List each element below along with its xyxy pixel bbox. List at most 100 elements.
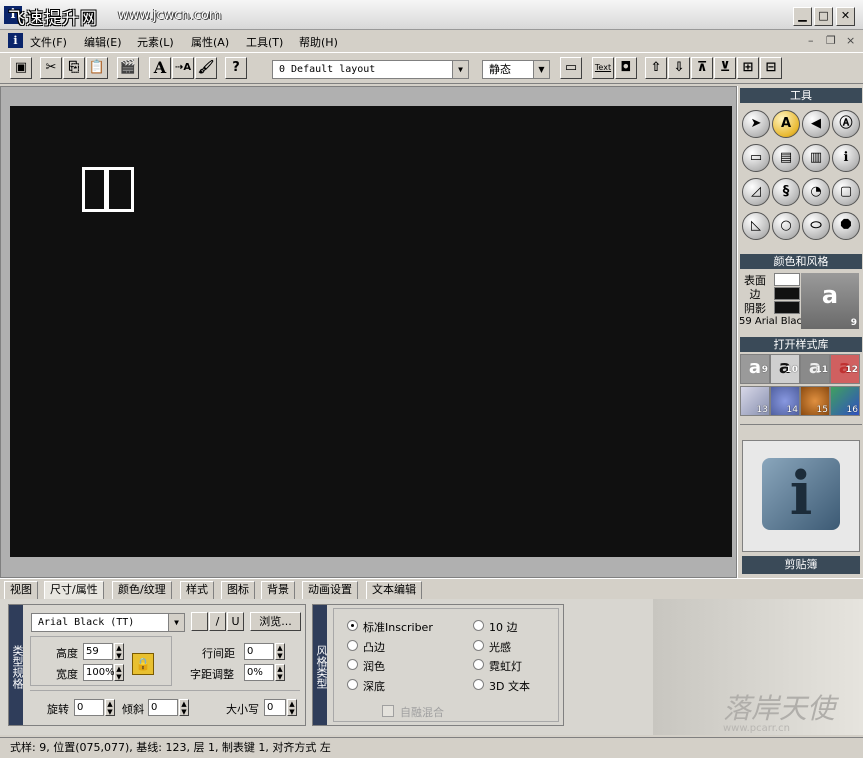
shapes-button[interactable]: ◘ — [615, 57, 637, 79]
menu-element[interactable]: 元素(L) — [137, 34, 174, 50]
shape-tool[interactable]: ◺ — [742, 212, 770, 240]
monitor-button[interactable]: ▭ — [560, 57, 582, 79]
radio-3d-text[interactable] — [473, 679, 484, 690]
tab-size-attributes[interactable]: 尺寸/属性 — [44, 581, 104, 599]
outline-text-tool[interactable]: Ⓐ — [832, 110, 860, 138]
minimize-button[interactable]: ▁ — [793, 7, 812, 26]
rect-fill-tool[interactable]: ▤ — [772, 144, 800, 172]
style-cell-14[interactable]: 14 — [770, 386, 800, 416]
chevron-down-icon[interactable]: ▼ — [533, 61, 549, 78]
doc-icon[interactable]: i — [8, 33, 23, 48]
help-button[interactable]: ? — [225, 57, 247, 79]
info-tool[interactable]: ℹ — [832, 144, 860, 172]
cut-button[interactable]: ✂ — [40, 57, 62, 79]
width-spinner[interactable]: ▲ ▼ — [114, 664, 124, 681]
style-cell-12[interactable]: a 12 — [830, 354, 860, 384]
rounded-rect-tool[interactable]: ▢ — [832, 178, 860, 206]
close-button[interactable]: ✕ — [836, 7, 855, 26]
move-down-button[interactable]: ⇩ — [668, 57, 690, 79]
paste-button[interactable]: 📋 — [86, 57, 108, 79]
mdi-close-button[interactable]: × — [846, 34, 855, 47]
spiral-tool[interactable]: § — [772, 178, 800, 206]
radio-standard[interactable] — [347, 620, 358, 631]
font-button[interactable]: A — [149, 57, 171, 79]
rotate-spinner[interactable]: ▲ ▼ — [105, 699, 115, 716]
copy-button[interactable]: ⎘ — [63, 57, 85, 79]
menu-tools[interactable]: 工具(T) — [246, 34, 283, 50]
text-tool[interactable]: A — [772, 110, 800, 138]
clipboard-preview[interactable]: i — [742, 440, 860, 552]
menu-edit[interactable]: 编辑(E) — [84, 34, 122, 50]
text-cursor-frame[interactable] — [82, 167, 134, 212]
case-spinner[interactable]: ▲ ▼ — [287, 699, 297, 716]
tab-color-texture[interactable]: 颜色/纹理 — [112, 581, 172, 599]
radio-10-edge[interactable] — [473, 620, 484, 631]
maximize-button[interactable]: □ — [814, 7, 833, 26]
save-button[interactable]: ▣ — [10, 57, 32, 79]
frame-tool[interactable]: ▭ — [742, 144, 770, 172]
style-cell-10[interactable]: a 10 — [770, 354, 800, 384]
tab-icon[interactable]: 图标 — [221, 581, 255, 599]
triangle-tool[interactable]: ◿ — [742, 178, 770, 206]
layer-bottom-button[interactable]: ⊻ — [714, 57, 736, 79]
rect-outline-tool[interactable]: ▥ — [802, 144, 830, 172]
font-combo[interactable]: Arial Black (TT) ▼ — [31, 613, 185, 632]
bold-button[interactable] — [191, 612, 208, 631]
shadow-color-swatch[interactable] — [774, 301, 800, 314]
radio-neon[interactable] — [473, 659, 484, 670]
rotate-input[interactable]: 0 — [74, 699, 104, 716]
brush-button[interactable]: 🖌 — [195, 57, 217, 79]
style-preview[interactable]: a9 — [801, 273, 859, 329]
edge-color-swatch[interactable] — [774, 287, 800, 300]
text-mode-button[interactable]: Text — [592, 57, 614, 79]
menu-file[interactable]: 文件(F) — [30, 34, 67, 50]
tab-text-edit[interactable]: 文本编辑 — [366, 581, 422, 599]
skew-spinner[interactable]: ▲ ▼ — [179, 699, 189, 716]
radio-bevel[interactable] — [347, 640, 358, 651]
menu-help[interactable]: 帮助(H) — [299, 34, 338, 50]
chevron-down-icon[interactable]: ▼ — [168, 614, 184, 631]
layer-top-button[interactable]: ⊼ — [691, 57, 713, 79]
line-spacing-spinner[interactable]: ▲ ▼ — [275, 643, 285, 660]
tab-view[interactable]: 视图 — [4, 581, 38, 599]
width-input[interactable]: 100% — [83, 664, 115, 681]
line-spacing-input[interactable]: 0 — [244, 643, 274, 660]
height-input[interactable]: 59 — [83, 643, 113, 660]
tab-style[interactable]: 样式 — [180, 581, 214, 599]
underline-button[interactable]: U — [227, 612, 244, 631]
kerning-spinner[interactable]: ▲ ▼ — [275, 664, 285, 681]
radio-deep[interactable] — [347, 679, 358, 690]
chevron-down-icon[interactable]: ▼ — [452, 61, 468, 78]
mdi-restore-button[interactable]: ❐ — [826, 34, 836, 47]
radio-light[interactable] — [473, 640, 484, 651]
tab-animation[interactable]: 动画设置 — [302, 581, 358, 599]
clapper-button[interactable]: 🎬 — [117, 57, 139, 79]
menu-attribute[interactable]: 属性(A) — [191, 34, 229, 50]
lock-aspect-button[interactable]: 🔒 — [132, 653, 154, 675]
style-cell-13[interactable]: 13 — [740, 386, 770, 416]
face-color-swatch[interactable] — [774, 273, 800, 286]
layout-combo[interactable]: 0 Default layout ▼ — [272, 60, 469, 79]
browse-button[interactable]: 浏览... — [250, 612, 301, 631]
style-cell-11[interactable]: a 11 — [800, 354, 830, 384]
mdi-minimize-button[interactable]: – — [808, 34, 814, 47]
italic-button[interactable]: / — [209, 612, 226, 631]
pie-tool[interactable]: ◔ — [802, 178, 830, 206]
skew-input[interactable]: 0 — [148, 699, 178, 716]
radio-polish[interactable] — [347, 659, 358, 670]
move-up-button[interactable]: ⇧ — [645, 57, 667, 79]
oval-tool[interactable]: ⬭ — [802, 212, 830, 240]
tab-background[interactable]: 背景 — [261, 581, 295, 599]
kerning-input[interactable]: 0% — [244, 664, 274, 681]
layer-back-button[interactable]: ⊟ — [760, 57, 782, 79]
style-cell-9[interactable]: a9 — [740, 354, 770, 384]
circle-tool[interactable]: ○ — [772, 212, 800, 240]
pointer-tool[interactable]: ➤ — [742, 110, 770, 138]
case-input[interactable]: 0 — [264, 699, 286, 716]
blend-checkbox[interactable] — [382, 705, 394, 717]
layer-forward-button[interactable]: ⊞ — [737, 57, 759, 79]
style-cell-15[interactable]: 15 — [800, 386, 830, 416]
style-cell-16[interactable]: 16 — [830, 386, 860, 416]
state-combo[interactable]: 静态 ▼ — [482, 60, 550, 79]
height-spinner[interactable]: ▲ ▼ — [114, 643, 124, 660]
